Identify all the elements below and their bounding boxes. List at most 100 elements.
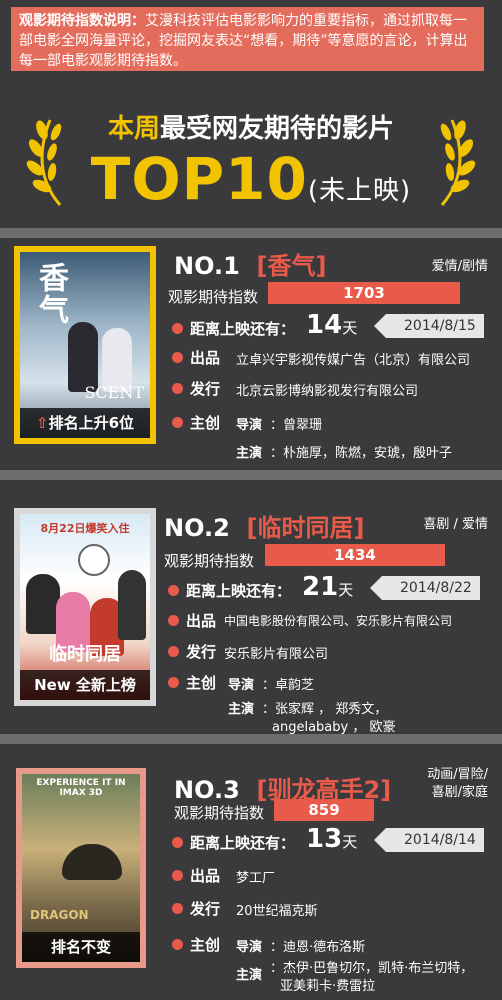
index-label: 观影期待指数 <box>174 804 265 822</box>
days-unit: 天 <box>342 833 358 851</box>
cast-label: 主创 <box>190 936 221 954</box>
stars-value: angelababy ， 欧豪 <box>272 720 396 735</box>
explanation-heading: 观影期待指数说明： <box>19 13 145 29</box>
release-date-tag: 2014/8/14 <box>374 828 484 852</box>
title-prefix: 本周 <box>107 114 160 144</box>
index-bar: 1434 <box>265 544 445 566</box>
distributor-value: 20世纪福克斯 <box>236 904 318 919</box>
director-label: 导演 <box>236 940 263 955</box>
director-label: 导演 <box>228 678 255 693</box>
bullet-icon <box>172 417 183 428</box>
bullet-icon <box>172 939 183 950</box>
poster-title: 香气 <box>33 262 68 326</box>
film-poster-3: EXPERIENCE IT IN IMAX 3D DRAGON 排名不变 <box>16 768 146 968</box>
film-genre: 爱情/剧情 <box>431 259 488 274</box>
film-poster-1: 香气 SCENT ⇧排名上升6位 <box>14 246 156 444</box>
producer-label: 出品 <box>190 867 221 885</box>
title-sub: (未上映) <box>307 176 412 206</box>
distributor-label: 发行 <box>190 900 221 918</box>
cast-label: 主创 <box>190 414 221 432</box>
days-unit: 天 <box>338 581 354 599</box>
director-value: ：迪恩·德布洛斯 <box>270 940 366 955</box>
film-card-1: 香气 SCENT ⇧排名上升6位 NO.1 [香气] 爱情/剧情 观影期待指数 … <box>0 238 502 470</box>
stars-label: 主演 <box>236 446 263 461</box>
cast-label: 主创 <box>186 674 217 692</box>
release-date-tag: 2014/8/15 <box>374 314 484 338</box>
clock-icon <box>78 544 110 576</box>
genre-line: 喜剧/家庭 <box>431 785 488 800</box>
days-number: 21 <box>302 572 339 602</box>
bullet-icon <box>168 615 179 626</box>
bullet-icon <box>172 903 183 914</box>
countdown-days: 13天 <box>306 824 357 854</box>
countdown-days: 14天 <box>306 310 357 340</box>
section-divider <box>0 470 502 480</box>
distributor-value: 安乐影片有限公司 <box>224 647 329 662</box>
stars-value: 亚美莉卡·费雷拉 <box>280 979 376 994</box>
stars-value: ：张家辉 ， 郑秀文， <box>262 702 388 717</box>
rank-number: NO.1 <box>174 252 240 280</box>
index-label: 观影期待指数 <box>168 288 259 306</box>
stars-value: ：朴施厚，陈燃，安琥，殷叶子 <box>270 446 453 461</box>
arrow-up-icon: ⇧ <box>35 414 49 432</box>
distributor-label: 发行 <box>190 380 221 398</box>
index-label: 观影期待指数 <box>164 552 255 570</box>
section-divider <box>0 228 502 238</box>
stars-label: 主演 <box>228 702 255 717</box>
producer-label: 出品 <box>186 612 217 630</box>
days-number: 14 <box>306 310 343 340</box>
title-top10: TOP10(未上映) <box>0 145 502 213</box>
distributor-label: 发行 <box>186 643 217 661</box>
countdown-label: 距离上映还有： <box>190 834 296 852</box>
director-label: 导演 <box>236 418 263 433</box>
days-number: 13 <box>306 824 343 854</box>
poster-tagline: 8月22日爆笑入住 <box>40 522 130 535</box>
genre-line: 动画/冒险/ <box>427 767 488 782</box>
stars-label: 主演 <box>236 968 263 983</box>
poster-dragon <box>62 844 122 880</box>
poster-figure <box>68 322 98 392</box>
poster-title: DRAGON <box>30 908 89 922</box>
distributor-value: 北京云影博纳影视发行有限公司 <box>236 384 419 399</box>
section-divider <box>0 734 502 744</box>
director-value: ：卓韵芝 <box>262 678 315 693</box>
film-rank-1: NO.1 [香气] <box>174 246 326 281</box>
rank-number: NO.2 <box>164 514 230 542</box>
index-bar: 1703 <box>268 282 460 304</box>
film-poster-2: 8月22日爆笑入住 临时同居 New 全新上榜 <box>14 508 156 706</box>
title-line: 本周最受网友期待的影片 <box>0 108 502 145</box>
film-card-3: EXPERIENCE IT IN IMAX 3D DRAGON 排名不变 NO.… <box>0 744 502 1000</box>
index-explanation-box: 观影期待指数说明：艾漫科技评估电影影响力的重要指标，通过抓取每一部电影全网海量评… <box>11 7 484 71</box>
film-card-2: 8月22日爆笑入住 临时同居 New 全新上榜 NO.2 [临时同居] 喜剧 /… <box>0 480 502 735</box>
director-value: ：曾翠珊 <box>270 418 323 433</box>
bullet-icon <box>168 585 179 596</box>
producer-value: 中国电影股份有限公司、安乐影片有限公司 <box>224 614 453 628</box>
rank-change-banner: New 全新上榜 <box>20 670 150 700</box>
rank-number: NO.3 <box>174 776 240 804</box>
bullet-icon <box>172 323 183 334</box>
bullet-icon <box>172 870 183 881</box>
poster-title: 临时同居 <box>49 644 121 665</box>
title-top: TOP10 <box>90 145 308 213</box>
poster-tagline: EXPERIENCE IT IN IMAX 3D <box>36 778 126 798</box>
poster-english-title: SCENT <box>84 383 144 402</box>
days-unit: 天 <box>342 319 358 337</box>
rank-change-banner: ⇧排名上升6位 <box>20 408 150 438</box>
film-genre: 动画/冒险/ 喜剧/家庭 <box>427 766 488 802</box>
bullet-icon <box>168 677 179 688</box>
producer-value: 梦工厂 <box>236 871 276 886</box>
poster-figure <box>118 570 146 640</box>
bullet-icon <box>172 837 183 848</box>
release-date-tag: 2014/8/22 <box>370 576 480 600</box>
bullet-icon <box>168 646 179 657</box>
bullet-icon <box>172 383 183 394</box>
countdown-days: 21天 <box>302 572 353 602</box>
page-title: 本周最受网友期待的影片 TOP10(未上映) <box>0 100 502 220</box>
stars-value: ：杰伊·巴鲁切尔，凯特·布兰切特， <box>270 961 474 976</box>
countdown-label: 距离上映还有： <box>190 320 296 338</box>
index-bar: 859 <box>274 799 374 821</box>
film-title: [临时同居] <box>246 514 365 542</box>
producer-label: 出品 <box>190 349 221 367</box>
rank-change-banner: 排名不变 <box>22 932 140 962</box>
countdown-label: 距离上映还有： <box>186 582 292 600</box>
